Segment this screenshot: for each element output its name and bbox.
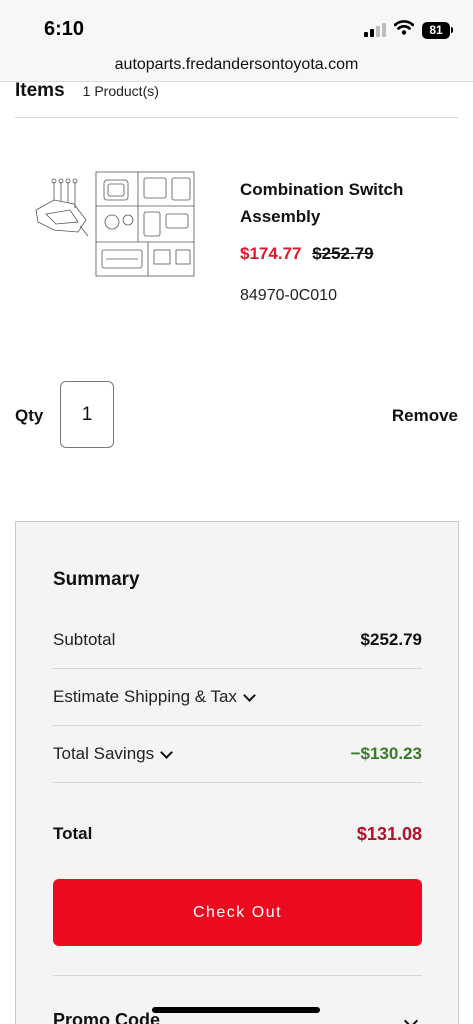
- remove-button[interactable]: Remove: [392, 406, 458, 426]
- chevron-down-icon: [243, 688, 256, 702]
- status-time: 6:10: [44, 18, 85, 40]
- divider: [53, 975, 422, 976]
- chevron-down-icon: [403, 1013, 419, 1024]
- subtotal-label: Subtotal: [53, 630, 116, 649]
- home-indicator[interactable]: [152, 1007, 320, 1013]
- summary-title: Summary: [53, 569, 140, 590]
- subtotal-row: Subtotal $252.79: [53, 612, 422, 669]
- shipping-tax-label: Estimate Shipping & Tax: [53, 687, 237, 706]
- status-bar: 6:10 81: [0, 0, 473, 52]
- order-summary: Summary Subtotal $252.79 Estimate Shippi…: [15, 521, 459, 1024]
- price-row: $174.77 $252.79: [240, 244, 374, 264]
- battery-level: 81: [422, 21, 450, 39]
- product-name[interactable]: Combination Switch Assembly: [240, 176, 440, 230]
- url-text[interactable]: autoparts.fredandersontoyota.com: [115, 56, 359, 73]
- product-image[interactable]: [34, 170, 196, 280]
- parts-diagram-icon: [34, 170, 196, 280]
- signal-icon: [364, 23, 386, 37]
- shipping-tax-toggle[interactable]: Estimate Shipping & Tax: [53, 669, 422, 726]
- status-icons: 81: [364, 20, 453, 40]
- items-header: Items 1 Product(s): [15, 80, 458, 118]
- address-bar[interactable]: autoparts.fredandersontoyota.com: [0, 52, 473, 82]
- total-savings-label: Total Savings: [53, 744, 155, 763]
- items-count: 1 Product(s): [82, 83, 159, 99]
- sale-price: $174.77: [240, 244, 302, 263]
- qty-label: Qty: [15, 406, 44, 425]
- subtotal-value: $252.79: [360, 630, 422, 649]
- part-number: 84970-0C010: [240, 287, 337, 304]
- items-title: Items: [15, 80, 65, 101]
- original-price: $252.79: [312, 244, 374, 263]
- battery-icon: 81: [422, 21, 453, 39]
- total-label: Total: [53, 824, 93, 843]
- checkout-button[interactable]: Check Out: [53, 879, 422, 946]
- total-savings-value: −$130.23: [350, 744, 422, 763]
- quantity-input[interactable]: 1: [60, 381, 114, 448]
- total-savings-toggle[interactable]: Total Savings −$130.23: [53, 726, 422, 783]
- promo-code-label: Promo Code: [53, 1010, 161, 1024]
- total-row: Total $131.08: [53, 824, 422, 845]
- total-value: $131.08: [356, 824, 422, 844]
- chevron-down-icon: [160, 745, 173, 759]
- wifi-icon: [393, 20, 415, 40]
